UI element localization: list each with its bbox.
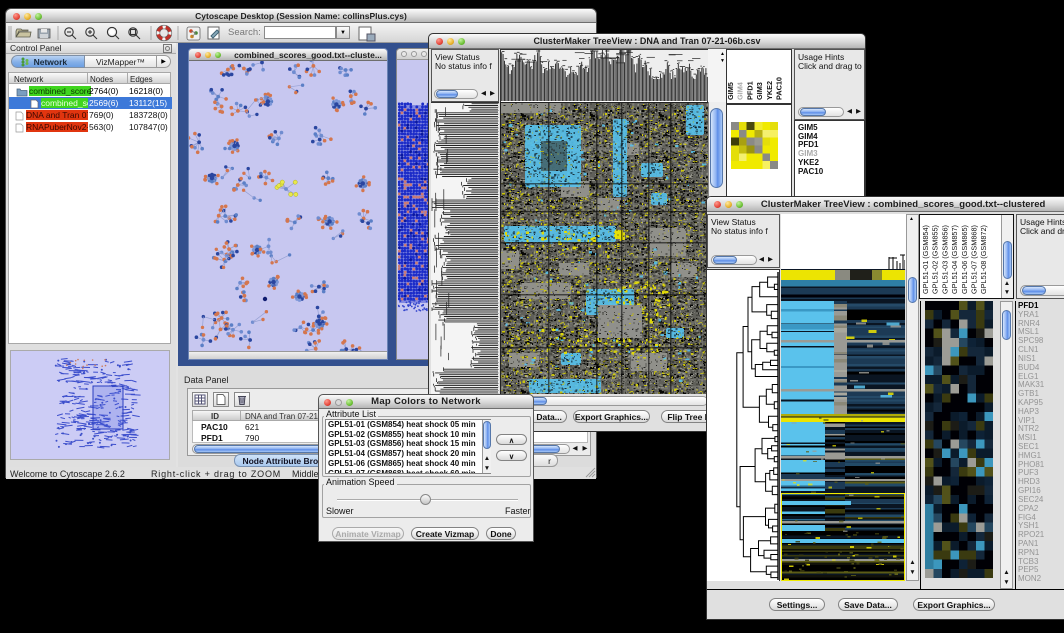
svg-text:GPL51-08 (GSM872): GPL51-08 (GSM872) bbox=[979, 225, 988, 294]
svg-text:GPL51-07 (GSM868): GPL51-07 (GSM868) bbox=[970, 225, 979, 294]
svg-text:GIM3: GIM3 bbox=[755, 82, 764, 100]
svg-text:GIM5: GIM5 bbox=[727, 82, 735, 100]
svg-text:YKE2: YKE2 bbox=[765, 81, 774, 100]
svg-text:PAC10: PAC10 bbox=[775, 77, 784, 100]
svg-text:PFD1: PFD1 bbox=[745, 81, 754, 100]
svg-text:GPL51-02 (GSM855): GPL51-02 (GSM855) bbox=[931, 225, 940, 294]
svg-text:GPL51-03 (GSM856): GPL51-03 (GSM856) bbox=[940, 225, 949, 294]
svg-text:GPL51-04 (GSM857): GPL51-04 (GSM857) bbox=[950, 225, 959, 294]
svg-text:GIM4: GIM4 bbox=[736, 81, 745, 100]
svg-text:GPL51-01 (GSM854): GPL51-01 (GSM854) bbox=[921, 225, 930, 294]
svg-text:GPL51-06 (GSM865): GPL51-06 (GSM865) bbox=[960, 225, 969, 294]
